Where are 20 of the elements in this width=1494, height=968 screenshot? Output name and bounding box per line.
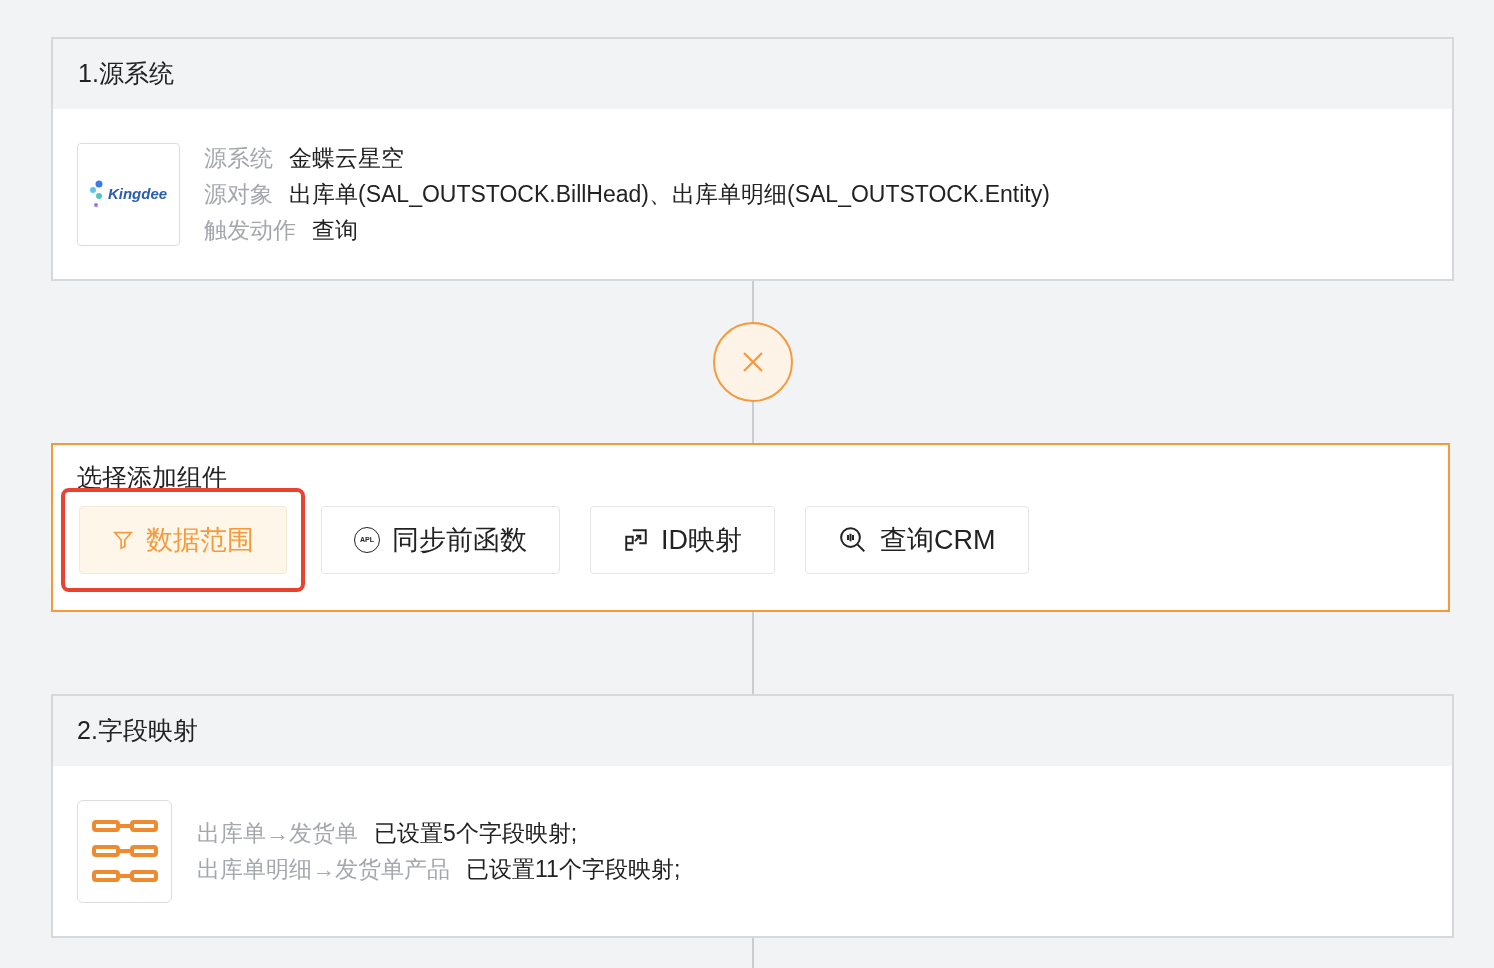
dots-icon — [89, 180, 104, 208]
logo-text: Kingdee — [107, 183, 168, 204]
search-icon — [838, 525, 868, 555]
close-icon — [741, 351, 764, 373]
field-label: 源对象 — [204, 179, 273, 209]
field-value: 出库单(SAL_OUTSTOCK.BillHead)、出库单明细(SAL_OUTSTOCK.Entity) — [289, 179, 1050, 209]
mapping-label: 出库单→发货单 — [197, 818, 358, 848]
card-title: 2.字段映射 — [77, 715, 198, 747]
mapping-status: 已设置11个字段映射; — [466, 854, 681, 884]
filter-icon — [112, 529, 134, 551]
component-option[interactable]: 查询CRM — [805, 506, 1029, 574]
component-option[interactable]: ID映射 — [590, 506, 775, 574]
field-value: 查询 — [312, 215, 358, 245]
field-label: 触发动作 — [204, 215, 296, 245]
mapping-label: 出库单明细→发货单产品 — [197, 854, 450, 884]
field-mapping-icon — [90, 820, 159, 882]
field-label: 源系统 — [204, 143, 273, 173]
mapping-status: 已设置5个字段映射; — [374, 818, 578, 848]
field-value: 金蝶云星空 — [289, 143, 404, 173]
card-title: 1.源系统 — [78, 58, 174, 90]
